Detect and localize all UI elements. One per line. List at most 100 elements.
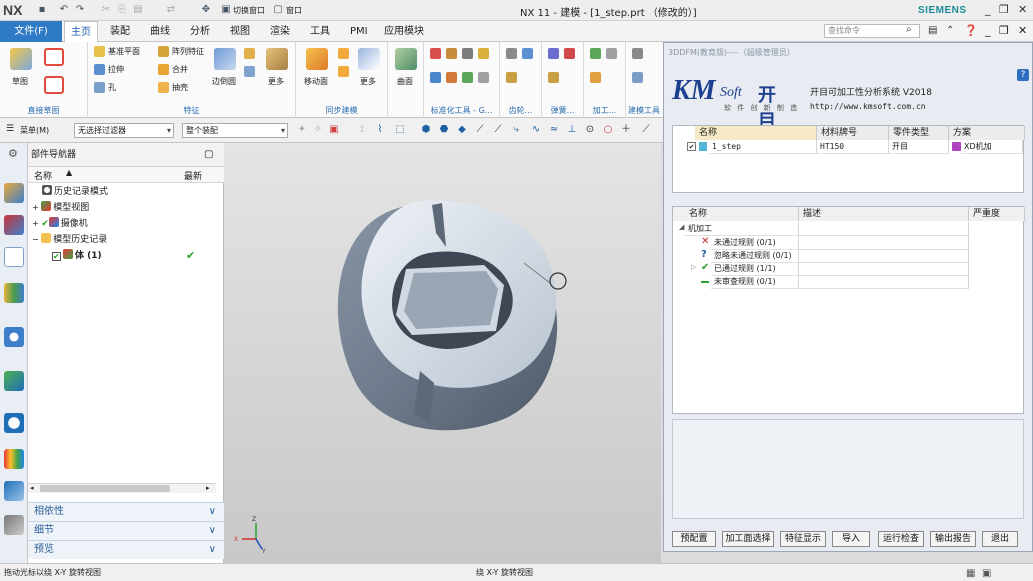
edge-blend-button[interactable]: 边倒圆 xyxy=(212,76,236,87)
rule-row[interactable]: ✕ 未通过规则 (0/1) xyxy=(673,236,1023,250)
machining-tool-2-icon[interactable] xyxy=(606,48,617,59)
spline-icon[interactable]: ∿ xyxy=(530,124,542,136)
doc-minimize-icon[interactable]: _ xyxy=(985,24,991,37)
col-latest-header[interactable]: 最新 xyxy=(184,169,202,182)
export-report-button[interactable]: 输出报告 xyxy=(930,531,976,547)
sort-up-icon[interactable]: ▲ xyxy=(66,168,72,177)
paste-icon[interactable]: ▤ xyxy=(132,4,144,16)
datum-plane-button[interactable]: 基准平面 xyxy=(108,46,140,57)
web-browser-icon[interactable] xyxy=(4,327,24,347)
cut-icon[interactable]: ✂ xyxy=(100,4,112,16)
spring-tool-icon[interactable] xyxy=(548,48,559,59)
pull-face-icon[interactable] xyxy=(338,48,349,59)
repeat-command-icon[interactable]: ⇄ xyxy=(165,4,177,16)
std-tool-3-icon[interactable] xyxy=(462,48,473,59)
rectangle-icon[interactable] xyxy=(44,76,64,94)
circle-icon[interactable]: ○ xyxy=(602,124,614,136)
move-face-icon[interactable] xyxy=(306,48,328,70)
machining-tool-icon[interactable] xyxy=(590,48,601,59)
horizontal-scrollbar[interactable]: ◂ ▸ xyxy=(28,483,216,493)
layout-icon[interactable]: ▦ xyxy=(966,565,975,581)
more-features-button[interactable]: 更多 xyxy=(268,76,284,87)
extrude-button[interactable]: 拉伸 xyxy=(108,64,124,75)
move-face-button[interactable]: 移动面 xyxy=(304,76,328,87)
profile-icon[interactable] xyxy=(44,48,64,66)
feature-display-button[interactable]: 特征显示 xyxy=(780,531,826,547)
col-header[interactable]: 名称 xyxy=(673,207,799,221)
graphics-viewport[interactable]: Z X Y xyxy=(224,143,661,563)
tree-row[interactable]: − 模型历史记录 xyxy=(28,232,224,248)
edge-blend-icon[interactable] xyxy=(214,48,236,70)
line-icon[interactable]: ⟋ xyxy=(474,124,486,136)
redo-icon[interactable]: ↷ xyxy=(74,4,86,16)
select-region-icon[interactable]: ▣ xyxy=(328,124,340,136)
tab-render[interactable]: 渲染 xyxy=(264,21,296,42)
help-icon[interactable]: ? xyxy=(1017,69,1029,81)
body-icon[interactable]: ⬣ xyxy=(438,124,450,136)
surface-icon[interactable] xyxy=(395,48,417,70)
doc-restore-icon[interactable]: ❐ xyxy=(999,24,1009,37)
restore-icon[interactable]: ❐ xyxy=(999,3,1009,16)
checkbox[interactable]: ✔ xyxy=(52,252,61,261)
switch-window-icon[interactable]: ▣ xyxy=(220,4,232,16)
point-icon[interactable]: ⊥ xyxy=(566,124,578,136)
more-sync-icon[interactable] xyxy=(358,48,380,70)
target-icon[interactable]: ⊙ xyxy=(584,124,596,136)
std-tool-6-icon[interactable] xyxy=(446,72,457,83)
window-icon[interactable]: ▢ xyxy=(272,4,284,16)
help-icon[interactable]: ❓ xyxy=(964,24,978,37)
help-menu-icon[interactable]: ▤ xyxy=(928,25,937,36)
gear-tool-icon[interactable] xyxy=(506,48,517,59)
tab-analysis[interactable]: 分析 xyxy=(184,21,216,42)
rule-group-row[interactable]: ◢ 机加工 xyxy=(673,222,1023,236)
expand-icon[interactable]: + xyxy=(28,203,41,212)
import-button[interactable]: 导入 xyxy=(832,531,870,547)
shell-button[interactable]: 抽壳 xyxy=(172,82,188,93)
part-row[interactable]: ✔ 1_step HT150 开目 XD机加 xyxy=(673,140,1023,154)
window-menu-button[interactable]: 窗口 xyxy=(286,5,302,16)
machining-tool-3-icon[interactable] xyxy=(590,72,601,83)
menu-icon[interactable]: ☰ xyxy=(6,124,14,134)
roles-icon[interactable] xyxy=(4,481,24,501)
tree-row[interactable]: 历史记录模式 xyxy=(28,184,224,200)
col-name-header[interactable]: 名称 xyxy=(34,169,52,182)
tree-row[interactable]: ✔ 体 (1) ✔ xyxy=(28,248,224,264)
unite-button[interactable]: 合并 xyxy=(172,64,188,75)
accordion-details[interactable]: 细节 ∨ xyxy=(28,521,224,540)
snap-icon[interactable]: ✦ xyxy=(296,124,308,136)
chamfer-icon[interactable] xyxy=(244,48,255,59)
std-tool-8-icon[interactable] xyxy=(478,72,489,83)
chevron-up-icon[interactable]: ⌃ xyxy=(946,25,954,36)
reuse-library-icon[interactable] xyxy=(4,283,24,303)
fullscreen-icon[interactable]: ▣ xyxy=(982,565,991,581)
part-checkbox[interactable]: ✔ xyxy=(687,142,696,151)
file-tab[interactable]: 文件(F) xyxy=(0,21,62,42)
lasso-icon[interactable]: ⟟ xyxy=(356,124,368,136)
col-header[interactable]: 零件类型 xyxy=(889,126,949,140)
rule-row[interactable]: ▷ ✔ 已通过规则 (1/1) xyxy=(673,262,1023,276)
exit-button[interactable]: 退出 xyxy=(982,531,1018,547)
surface-button[interactable]: 曲面 xyxy=(397,76,413,87)
accordion-preview[interactable]: 预览 ∨ xyxy=(28,540,224,559)
undo-icon[interactable]: ↶ xyxy=(58,4,70,16)
doc-close-icon[interactable]: ✕ xyxy=(1018,24,1027,37)
wave-icon[interactable]: ≈ xyxy=(548,124,560,136)
spring-tool-2-icon[interactable] xyxy=(564,48,575,59)
pattern-feature-button[interactable]: 阵列特征 xyxy=(172,46,204,57)
tree-row[interactable]: + 模型视图 xyxy=(28,200,224,216)
maximize-icon[interactable]: ▢ xyxy=(204,149,213,160)
run-check-button[interactable]: 运行检查 xyxy=(878,531,924,547)
menu-button[interactable]: 菜单(M) xyxy=(20,125,49,136)
std-tool-7-icon[interactable] xyxy=(462,72,473,83)
part-navigator-icon[interactable] xyxy=(4,247,24,267)
std-tool-1-icon[interactable] xyxy=(430,48,441,59)
rectangle-select-icon[interactable]: ⬚ xyxy=(394,124,406,136)
tree-row[interactable]: + ✔ 摄像机 xyxy=(28,216,224,232)
std-tool-5-icon[interactable] xyxy=(430,72,441,83)
collapse-icon[interactable]: − xyxy=(28,235,41,244)
gear-tool-2-icon[interactable] xyxy=(522,48,533,59)
snap-2-icon[interactable]: ✧ xyxy=(312,124,324,136)
type-filter-select[interactable]: 无选择过滤器 xyxy=(74,123,174,138)
selection-scope-select[interactable]: 整个装配 xyxy=(182,123,288,138)
curve-icon[interactable]: ⤷ xyxy=(510,124,522,136)
